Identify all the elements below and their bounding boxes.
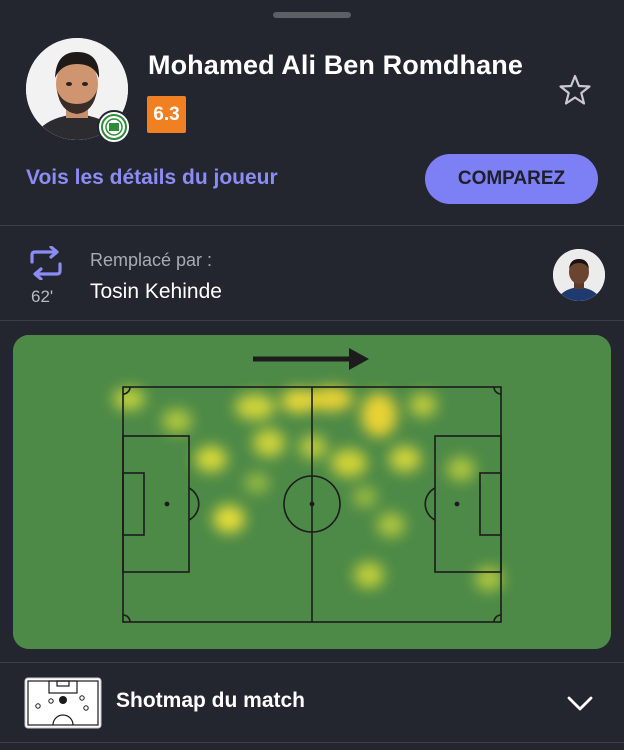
substitution-icon [30, 246, 62, 280]
star-icon[interactable] [558, 73, 592, 107]
player-details-link[interactable]: Vois les détails du joueur [26, 166, 278, 190]
heatmap-card [13, 335, 611, 649]
substitute-player-name[interactable]: Tosin Kehinde [90, 280, 222, 304]
shotmap-label: Shotmap du match [116, 689, 306, 712]
chevron-down-icon[interactable] [566, 692, 594, 714]
club-badge-icon [97, 110, 131, 144]
divider [0, 742, 624, 743]
shotmap-pitch-icon [24, 677, 102, 729]
substitution-label: Remplacé par : [90, 250, 213, 270]
player-name: Mohamed Ali Ben Romdhane [148, 50, 523, 80]
rating-badge: 6.3 [147, 96, 186, 133]
compare-button[interactable]: COMPAREZ [425, 154, 598, 204]
divider [0, 225, 624, 226]
divider [0, 320, 624, 321]
substitution-minute: 62' [31, 287, 54, 306]
substitute-avatar[interactable] [553, 249, 605, 301]
drag-handle[interactable] [273, 12, 351, 18]
player-sheet: Mohamed Ali Ben Romdhane 6.3 Vois les dé… [0, 0, 624, 750]
